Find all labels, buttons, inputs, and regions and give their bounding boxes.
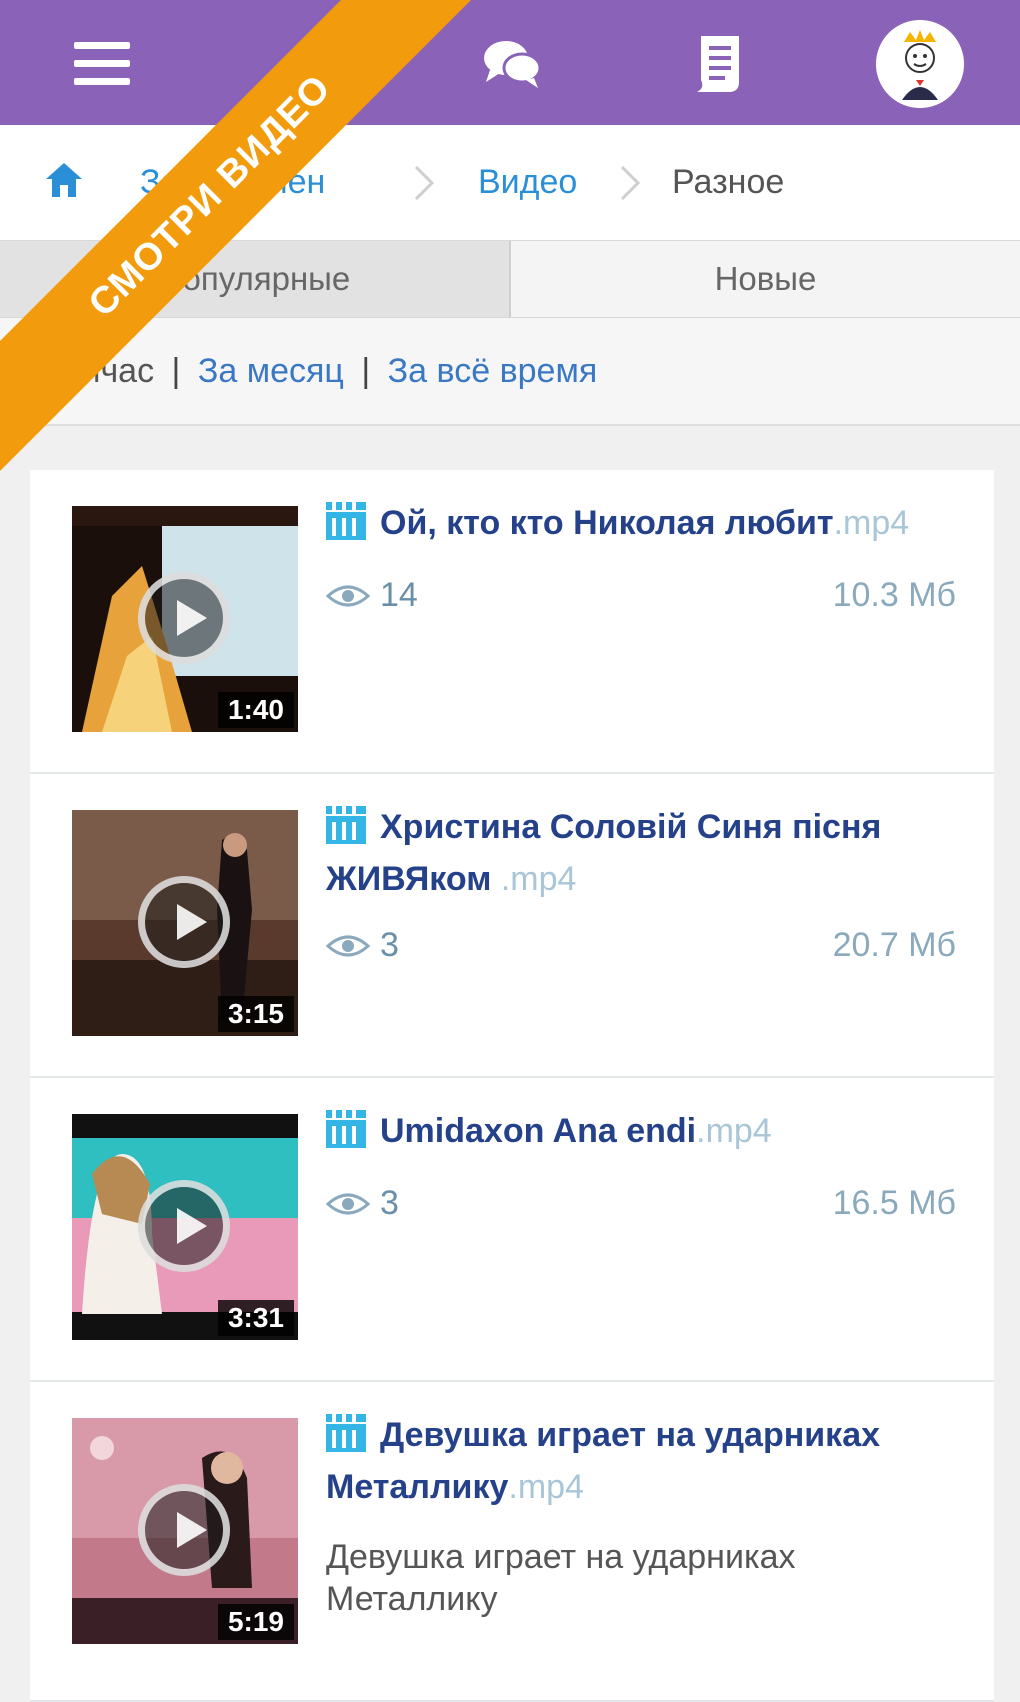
video-thumbnail[interactable]: 3:31	[72, 1114, 298, 1340]
period-month-link[interactable]: За месяц	[198, 352, 344, 390]
video-extension: .mp4	[500, 860, 577, 898]
period-filter: Сейчас | За месяц | За всё время	[0, 318, 1020, 426]
clapperboard-icon	[326, 806, 366, 856]
play-icon[interactable]	[138, 572, 230, 664]
video-extension: .mp4	[833, 504, 910, 542]
eye-icon	[326, 585, 370, 606]
video-title[interactable]: Христина Соловій Синя пісня ЖИВЯком .mp4	[326, 804, 956, 902]
video-duration: 3:15	[217, 996, 294, 1032]
view-count-value: 14	[380, 576, 418, 614]
breadcrumb-separator	[618, 163, 642, 212]
breadcrumb-item-video[interactable]: Видео	[478, 163, 577, 202]
clapperboard-icon	[326, 1110, 366, 1160]
video-item[interactable]: 5:19 Девушка играет на ударниках Металли	[30, 1382, 994, 1702]
video-thumbnail[interactable]: 1:40	[72, 506, 298, 732]
view-count: 14	[326, 576, 418, 615]
eye-icon	[326, 1193, 370, 1214]
tab-popular[interactable]: Популярные	[0, 241, 511, 317]
eye-icon	[326, 935, 370, 956]
chat-bubbles-icon[interactable]	[470, 22, 554, 106]
top-app-bar	[0, 0, 1020, 125]
video-title-text[interactable]: Христина Соловій Синя пісня ЖИВЯком	[326, 808, 881, 898]
video-item[interactable]: 1:40 Ой, кто кто Николая любит.mp4 14 10…	[30, 470, 994, 774]
video-title[interactable]: Umidaxon Ana endi.mp4	[326, 1108, 956, 1160]
period-separator: |	[361, 352, 371, 390]
video-title-text[interactable]: Umidaxon Ana endi	[380, 1112, 696, 1150]
play-icon[interactable]	[138, 1484, 230, 1576]
document-icon[interactable]	[675, 22, 759, 106]
tab-new[interactable]: Новые	[511, 241, 1020, 317]
video-extension: .mp4	[508, 1468, 584, 1506]
file-size: 16.5 Мб	[832, 1184, 956, 1222]
file-size: 10.3 Мб	[832, 576, 956, 614]
play-icon[interactable]	[138, 876, 230, 968]
period-now[interactable]: Сейчас	[38, 352, 154, 390]
home-icon[interactable]	[42, 157, 86, 210]
period-separator: |	[171, 352, 181, 390]
video-duration: 5:19	[217, 1604, 294, 1640]
file-size: 20.7 Мб	[832, 926, 956, 964]
video-list: 1:40 Ой, кто кто Николая любит.mp4 14 10…	[30, 470, 994, 1702]
play-icon[interactable]	[138, 1180, 230, 1272]
video-thumbnail[interactable]: 5:19	[72, 1418, 298, 1644]
video-duration: 1:40	[217, 692, 294, 728]
clapperboard-icon	[326, 1414, 366, 1464]
video-title-text[interactable]: Девушка играет на ударниках Металлику	[326, 1416, 880, 1506]
breadcrumb: Зона обмен Видео Разное	[0, 125, 1020, 240]
view-count-value: 3	[380, 1184, 399, 1222]
view-count-value: 3	[380, 926, 399, 964]
breadcrumb-separator	[412, 163, 436, 212]
clapperboard-icon	[326, 502, 366, 552]
video-extension: .mp4	[696, 1112, 772, 1150]
video-description: Девушка играет на ударниках Металлику	[326, 1538, 796, 1618]
video-title[interactable]: Ой, кто кто Николая любит.mp4	[326, 500, 956, 552]
breadcrumb-item-current: Разное	[672, 163, 785, 201]
avatar-icon[interactable]	[876, 20, 964, 108]
view-count: 3	[326, 926, 399, 965]
video-title-text[interactable]: Ой, кто кто Николая любит	[380, 504, 834, 542]
video-item[interactable]: 3:31 Umidaxon Ana endi.mp4 3 16.5 Мб	[30, 1078, 994, 1382]
video-thumbnail[interactable]: 3:15	[72, 810, 298, 1036]
breadcrumb-item-zone[interactable]: Зона обмен	[140, 163, 325, 202]
video-title[interactable]: Девушка играет на ударниках Металлику.mp…	[326, 1412, 956, 1510]
hamburger-menu-icon[interactable]	[60, 22, 144, 106]
video-duration: 3:31	[217, 1300, 294, 1336]
view-count: 3	[326, 1184, 399, 1223]
period-all-time-link[interactable]: За всё время	[388, 352, 598, 390]
tab-bar: Популярные Новые	[0, 240, 1020, 318]
video-item[interactable]: 3:15 Христина Соловій Синя пісня ЖИВЯком	[30, 774, 994, 1078]
